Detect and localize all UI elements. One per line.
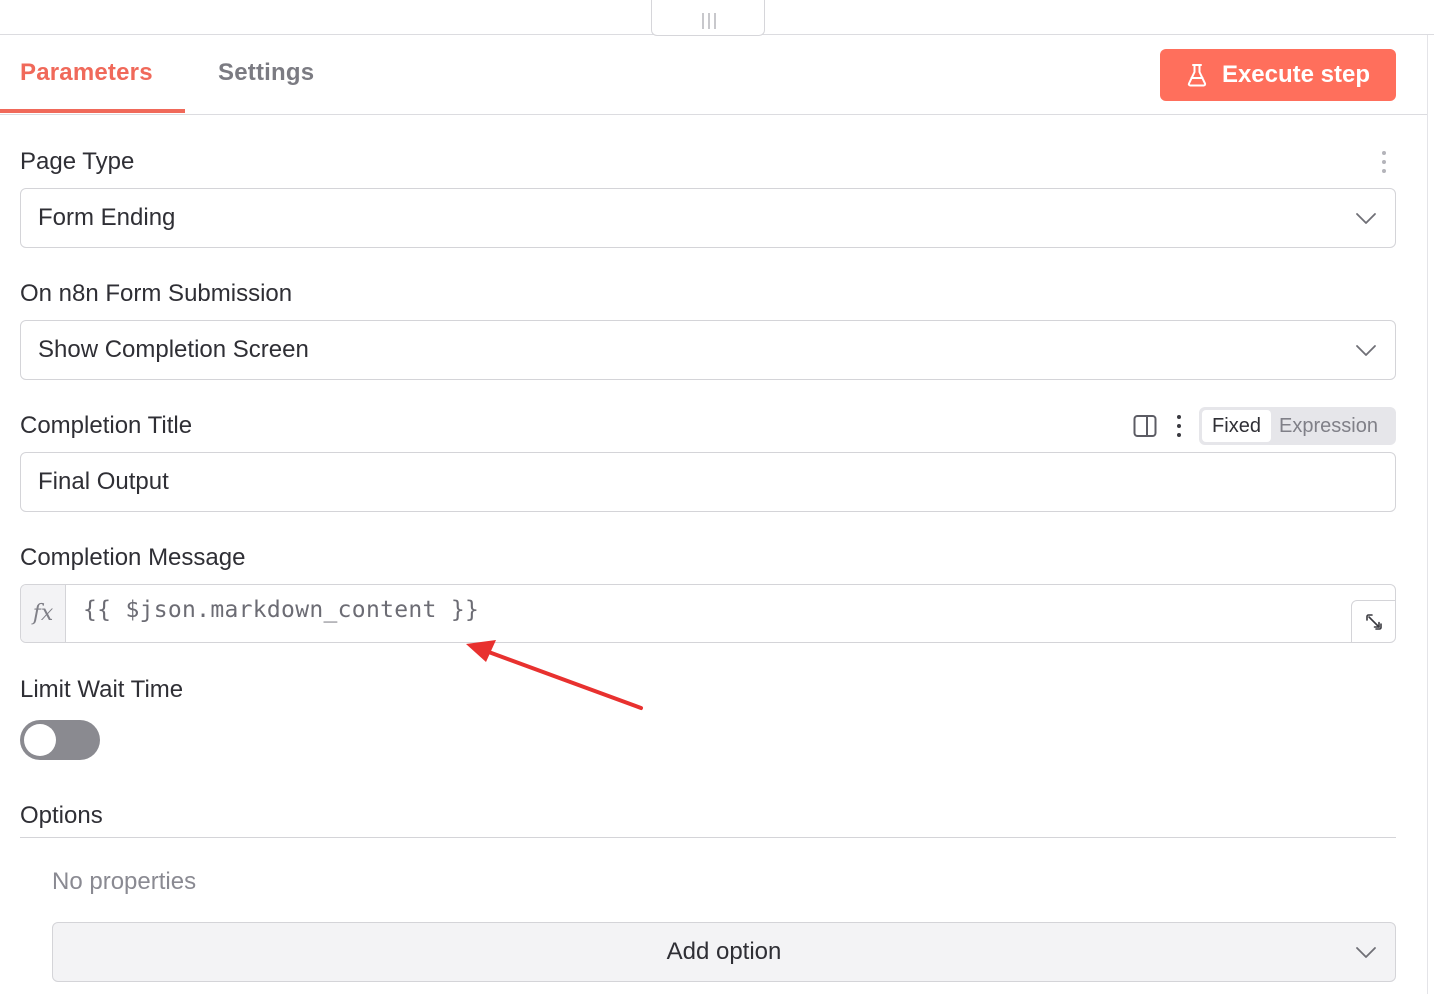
tab-bar: Parameters Settings Execute step (0, 35, 1427, 115)
page-type-select[interactable]: Form Ending (20, 188, 1396, 248)
completion-title-value: Final Output (38, 468, 169, 495)
tab-settings[interactable]: Settings (218, 59, 314, 87)
open-expression-editor-button[interactable] (1351, 600, 1395, 642)
on-submission-select[interactable]: Show Completion Screen (20, 320, 1396, 380)
side-panel-icon[interactable] (1133, 414, 1157, 438)
add-option-button[interactable]: Add option (52, 922, 1396, 982)
flask-icon (1187, 64, 1207, 87)
completion-title-more-icon[interactable] (1176, 415, 1182, 437)
chevron-down-icon (1356, 947, 1376, 958)
mode-fixed-option[interactable]: Fixed (1202, 410, 1271, 442)
panel-drag-handle[interactable] (651, 0, 765, 36)
fixed-expression-toggle: Fixed Expression (1199, 407, 1396, 445)
limit-wait-time-switch[interactable] (20, 720, 100, 760)
completion-message-label: Completion Message (20, 544, 246, 571)
more-options-icon[interactable] (1381, 151, 1387, 173)
tab-parameters[interactable]: Parameters (20, 59, 153, 87)
options-divider (20, 837, 1396, 838)
add-option-label: Add option (666, 938, 782, 965)
scrollbar-track (1427, 34, 1428, 994)
page-type-value: Form Ending (38, 204, 176, 231)
completion-title-input[interactable]: Final Output (20, 452, 1396, 512)
expand-icon (1365, 613, 1382, 630)
grip-icon (702, 13, 716, 29)
limit-wait-time-label: Limit Wait Time (20, 676, 184, 703)
node-parameters-panel: Parameters Settings Execute step Page Ty… (0, 0, 1434, 994)
execute-step-label: Execute step (1221, 61, 1371, 88)
completion-title-label: Completion Title (20, 412, 193, 439)
switch-knob (24, 724, 56, 756)
no-properties-text: No properties (52, 868, 197, 895)
active-tab-indicator (0, 109, 185, 113)
mode-expression-option[interactable]: Expression (1279, 407, 1378, 445)
on-submission-label: On n8n Form Submission (20, 280, 293, 307)
fx-icon: fx (21, 585, 66, 642)
options-heading: Options (20, 802, 103, 829)
chevron-down-icon (1356, 345, 1376, 356)
on-submission-value: Show Completion Screen (38, 336, 309, 363)
completion-message-value: {{ $json.markdown_content }} (83, 597, 480, 623)
execute-step-button[interactable]: Execute step (1160, 49, 1396, 101)
completion-message-expression-input[interactable]: fx {{ $json.markdown_content }} (20, 584, 1396, 643)
page-type-label: Page Type (20, 148, 135, 175)
chevron-down-icon (1356, 213, 1376, 224)
